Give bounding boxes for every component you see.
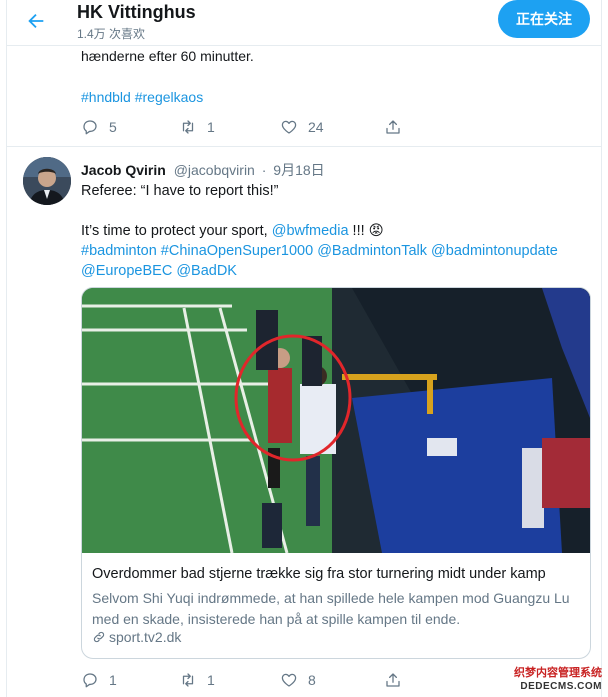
reply-count: 1 — [109, 672, 117, 688]
reply-button[interactable]: 1 — [81, 671, 179, 689]
site-watermark: 织梦内容管理系统 DEDECMS.COM — [514, 667, 602, 693]
share-button[interactable] — [384, 118, 402, 136]
retweet-count: 1 — [207, 672, 215, 688]
avatar[interactable] — [23, 157, 71, 205]
hashtags-mentions[interactable]: #badminton #ChinaOpenSuper1000 @Badminto… — [81, 241, 591, 261]
profile-name: HK Vittinghus — [77, 2, 196, 22]
tweet-actions: 5 1 24 — [81, 117, 402, 137]
heart-icon — [281, 120, 297, 134]
avatar-image — [23, 157, 71, 205]
retweet-button[interactable]: 1 — [179, 671, 280, 689]
like-button[interactable]: 8 — [280, 671, 384, 689]
author-handle[interactable]: @jacobqvirin — [174, 162, 255, 178]
back-arrow-icon[interactable] — [25, 10, 47, 32]
reply-icon — [83, 120, 97, 135]
author-name[interactable]: Jacob Qvirin — [81, 162, 166, 178]
mention-link[interactable]: @bwfmedia — [272, 223, 349, 239]
tweet-actions: 1 1 8 — [81, 670, 402, 690]
reply-button[interactable]: 5 — [81, 118, 179, 136]
tweet-hashtags[interactable]: #hndbld #regelkaos — [81, 89, 203, 105]
timeline-column: HK Vittinghus 1.4万 次喜欢 正在关注 hænderne eft… — [6, 0, 602, 697]
reply-icon — [83, 673, 97, 688]
share-button[interactable] — [384, 671, 402, 689]
meta-separator: · — [261, 162, 267, 178]
card-title: Overdommer bad stjerne trække sig fra st… — [92, 566, 546, 582]
retweet-count: 1 — [207, 119, 215, 135]
likes-count: 1.4万 次喜欢 — [77, 27, 146, 41]
card-domain-text: sport.tv2.dk — [109, 629, 182, 645]
tweet-text: Referee: “I have to report this!” It’s t… — [81, 181, 591, 281]
link-icon — [93, 631, 105, 643]
following-button[interactable]: 正在关注 — [498, 0, 590, 38]
profile-header: HK Vittinghus 1.4万 次喜欢 正在关注 — [7, 0, 601, 46]
card-image — [82, 288, 590, 553]
like-button[interactable]: 24 — [280, 118, 384, 136]
retweet-button[interactable]: 1 — [179, 118, 280, 136]
like-count: 8 — [308, 672, 316, 688]
reply-count: 5 — [109, 119, 117, 135]
tweet-date[interactable]: 9月18日 — [273, 162, 324, 178]
tweet-line: It’s time to protect your sport, @bwfmed… — [81, 221, 591, 241]
card-domain: sport.tv2.dk — [92, 629, 181, 645]
card-description: Selvom Shi Yuqi indrømmede, at han spill… — [92, 590, 570, 627]
heart-icon — [281, 673, 297, 687]
tweet-header: Jacob Qvirin @jacobqvirin · 9月18日 — [81, 160, 325, 180]
like-count: 24 — [308, 119, 324, 135]
watermark-line: DEDECMS.COM — [520, 681, 602, 692]
mentions[interactable]: @EuropeBEC @BadDK — [81, 261, 591, 281]
tweet-line: Referee: “I have to report this!” — [81, 183, 279, 199]
tweet-divider — [7, 146, 601, 147]
tweet-text: hænderne efter 60 minutter. — [81, 48, 254, 64]
tweet-text-segment: !!! 😡 — [348, 223, 384, 239]
tweet-text-segment: It’s time to protect your sport, — [81, 223, 272, 239]
retweet-icon — [182, 673, 194, 687]
share-icon — [386, 120, 400, 134]
retweet-icon — [182, 120, 194, 134]
share-icon — [386, 673, 400, 687]
link-preview-card[interactable]: Overdommer bad stjerne trække sig fra st… — [81, 287, 591, 659]
watermark-line: 织梦内容管理系统 — [514, 667, 602, 679]
